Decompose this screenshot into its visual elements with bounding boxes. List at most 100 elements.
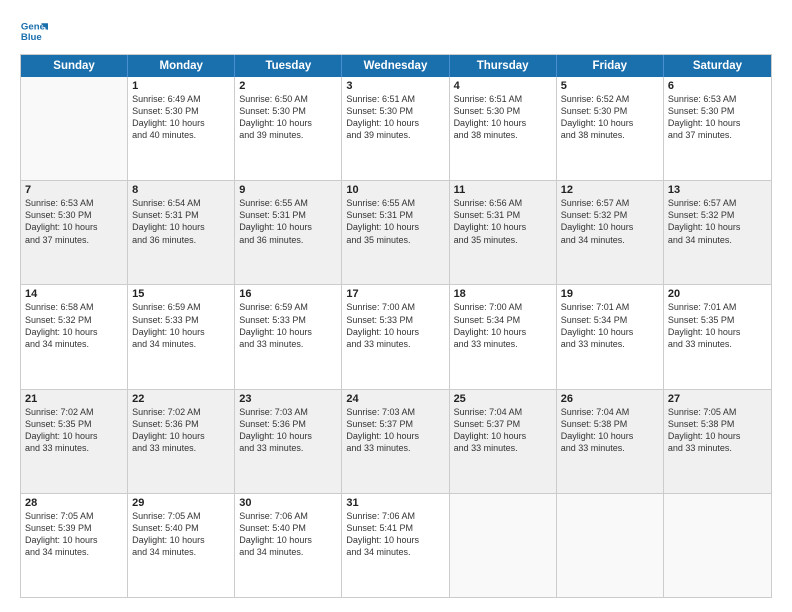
day-detail: Sunrise: 6:58 AM Sunset: 5:32 PM Dayligh… [25,301,123,350]
calendar-cell [21,77,128,180]
day-number: 4 [454,80,552,92]
calendar-cell: 5Sunrise: 6:52 AM Sunset: 5:30 PM Daylig… [557,77,664,180]
calendar-cell: 29Sunrise: 7:05 AM Sunset: 5:40 PM Dayli… [128,494,235,597]
day-number: 11 [454,184,552,196]
day-number: 23 [239,393,337,405]
day-number: 17 [346,288,444,300]
calendar-cell: 25Sunrise: 7:04 AM Sunset: 5:37 PM Dayli… [450,390,557,493]
day-number: 25 [454,393,552,405]
calendar-row-3: 21Sunrise: 7:02 AM Sunset: 5:35 PM Dayli… [21,390,771,494]
calendar-cell: 30Sunrise: 7:06 AM Sunset: 5:40 PM Dayli… [235,494,342,597]
day-detail: Sunrise: 7:00 AM Sunset: 5:33 PM Dayligh… [346,301,444,350]
day-number: 13 [668,184,767,196]
day-detail: Sunrise: 6:54 AM Sunset: 5:31 PM Dayligh… [132,197,230,246]
day-detail: Sunrise: 7:05 AM Sunset: 5:40 PM Dayligh… [132,510,230,559]
day-number: 16 [239,288,337,300]
header-day-saturday: Saturday [664,55,771,77]
day-detail: Sunrise: 6:51 AM Sunset: 5:30 PM Dayligh… [454,93,552,142]
calendar-cell: 17Sunrise: 7:00 AM Sunset: 5:33 PM Dayli… [342,285,449,388]
day-detail: Sunrise: 7:02 AM Sunset: 5:35 PM Dayligh… [25,406,123,455]
calendar-cell [557,494,664,597]
day-number: 21 [25,393,123,405]
calendar-cell: 24Sunrise: 7:03 AM Sunset: 5:37 PM Dayli… [342,390,449,493]
header: General Blue [20,18,772,46]
day-number: 30 [239,497,337,509]
header-day-sunday: Sunday [21,55,128,77]
calendar-row-4: 28Sunrise: 7:05 AM Sunset: 5:39 PM Dayli… [21,494,771,597]
day-detail: Sunrise: 6:53 AM Sunset: 5:30 PM Dayligh… [668,93,767,142]
svg-text:Blue: Blue [21,32,42,43]
header-day-wednesday: Wednesday [342,55,449,77]
day-detail: Sunrise: 6:51 AM Sunset: 5:30 PM Dayligh… [346,93,444,142]
day-number: 28 [25,497,123,509]
day-number: 26 [561,393,659,405]
day-number: 29 [132,497,230,509]
day-detail: Sunrise: 7:00 AM Sunset: 5:34 PM Dayligh… [454,301,552,350]
calendar-cell [450,494,557,597]
calendar-cell: 28Sunrise: 7:05 AM Sunset: 5:39 PM Dayli… [21,494,128,597]
day-detail: Sunrise: 7:04 AM Sunset: 5:38 PM Dayligh… [561,406,659,455]
day-detail: Sunrise: 7:04 AM Sunset: 5:37 PM Dayligh… [454,406,552,455]
day-number: 3 [346,80,444,92]
day-detail: Sunrise: 7:05 AM Sunset: 5:39 PM Dayligh… [25,510,123,559]
svg-text:General: General [21,21,48,32]
calendar-cell: 20Sunrise: 7:01 AM Sunset: 5:35 PM Dayli… [664,285,771,388]
day-number: 20 [668,288,767,300]
day-detail: Sunrise: 6:57 AM Sunset: 5:32 PM Dayligh… [668,197,767,246]
calendar-cell: 6Sunrise: 6:53 AM Sunset: 5:30 PM Daylig… [664,77,771,180]
calendar-cell: 11Sunrise: 6:56 AM Sunset: 5:31 PM Dayli… [450,181,557,284]
calendar-cell: 4Sunrise: 6:51 AM Sunset: 5:30 PM Daylig… [450,77,557,180]
day-number: 31 [346,497,444,509]
header-day-monday: Monday [128,55,235,77]
day-detail: Sunrise: 7:03 AM Sunset: 5:36 PM Dayligh… [239,406,337,455]
day-number: 18 [454,288,552,300]
calendar-cell: 19Sunrise: 7:01 AM Sunset: 5:34 PM Dayli… [557,285,664,388]
calendar-row-1: 7Sunrise: 6:53 AM Sunset: 5:30 PM Daylig… [21,181,771,285]
day-number: 8 [132,184,230,196]
day-detail: Sunrise: 7:02 AM Sunset: 5:36 PM Dayligh… [132,406,230,455]
calendar-cell: 21Sunrise: 7:02 AM Sunset: 5:35 PM Dayli… [21,390,128,493]
day-detail: Sunrise: 6:57 AM Sunset: 5:32 PM Dayligh… [561,197,659,246]
calendar-cell [664,494,771,597]
day-detail: Sunrise: 6:55 AM Sunset: 5:31 PM Dayligh… [239,197,337,246]
calendar-cell: 3Sunrise: 6:51 AM Sunset: 5:30 PM Daylig… [342,77,449,180]
calendar-cell: 7Sunrise: 6:53 AM Sunset: 5:30 PM Daylig… [21,181,128,284]
calendar-cell: 9Sunrise: 6:55 AM Sunset: 5:31 PM Daylig… [235,181,342,284]
day-detail: Sunrise: 7:01 AM Sunset: 5:35 PM Dayligh… [668,301,767,350]
logo: General Blue [20,18,50,46]
day-detail: Sunrise: 6:56 AM Sunset: 5:31 PM Dayligh… [454,197,552,246]
day-number: 22 [132,393,230,405]
calendar-cell: 8Sunrise: 6:54 AM Sunset: 5:31 PM Daylig… [128,181,235,284]
day-number: 27 [668,393,767,405]
calendar-cell: 2Sunrise: 6:50 AM Sunset: 5:30 PM Daylig… [235,77,342,180]
day-number: 6 [668,80,767,92]
calendar-cell: 12Sunrise: 6:57 AM Sunset: 5:32 PM Dayli… [557,181,664,284]
day-number: 9 [239,184,337,196]
calendar-cell: 31Sunrise: 7:06 AM Sunset: 5:41 PM Dayli… [342,494,449,597]
day-number: 14 [25,288,123,300]
header-day-tuesday: Tuesday [235,55,342,77]
calendar-cell: 1Sunrise: 6:49 AM Sunset: 5:30 PM Daylig… [128,77,235,180]
header-day-friday: Friday [557,55,664,77]
day-number: 10 [346,184,444,196]
day-detail: Sunrise: 6:59 AM Sunset: 5:33 PM Dayligh… [132,301,230,350]
header-day-thursday: Thursday [450,55,557,77]
calendar-cell: 16Sunrise: 6:59 AM Sunset: 5:33 PM Dayli… [235,285,342,388]
calendar-cell: 27Sunrise: 7:05 AM Sunset: 5:38 PM Dayli… [664,390,771,493]
calendar-body: 1Sunrise: 6:49 AM Sunset: 5:30 PM Daylig… [21,77,771,597]
calendar-cell: 13Sunrise: 6:57 AM Sunset: 5:32 PM Dayli… [664,181,771,284]
day-detail: Sunrise: 6:59 AM Sunset: 5:33 PM Dayligh… [239,301,337,350]
calendar-cell: 18Sunrise: 7:00 AM Sunset: 5:34 PM Dayli… [450,285,557,388]
day-detail: Sunrise: 6:50 AM Sunset: 5:30 PM Dayligh… [239,93,337,142]
day-number: 1 [132,80,230,92]
calendar-cell: 15Sunrise: 6:59 AM Sunset: 5:33 PM Dayli… [128,285,235,388]
day-detail: Sunrise: 6:49 AM Sunset: 5:30 PM Dayligh… [132,93,230,142]
day-detail: Sunrise: 7:05 AM Sunset: 5:38 PM Dayligh… [668,406,767,455]
day-number: 19 [561,288,659,300]
calendar-row-0: 1Sunrise: 6:49 AM Sunset: 5:30 PM Daylig… [21,77,771,181]
calendar: SundayMondayTuesdayWednesdayThursdayFrid… [20,54,772,598]
calendar-cell: 26Sunrise: 7:04 AM Sunset: 5:38 PM Dayli… [557,390,664,493]
day-number: 7 [25,184,123,196]
calendar-cell: 10Sunrise: 6:55 AM Sunset: 5:31 PM Dayli… [342,181,449,284]
calendar-cell: 23Sunrise: 7:03 AM Sunset: 5:36 PM Dayli… [235,390,342,493]
